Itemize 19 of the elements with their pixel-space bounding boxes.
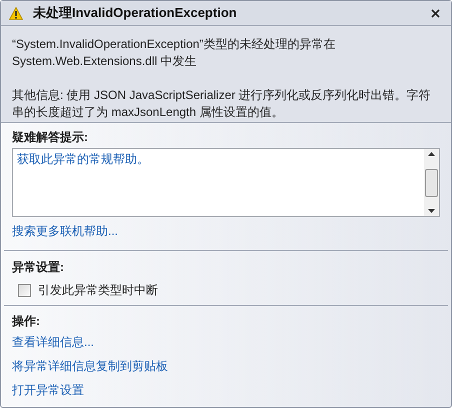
scroll-down-icon[interactable] — [428, 209, 435, 213]
close-icon — [430, 8, 440, 18]
window-title: 未处理InvalidOperationException — [33, 4, 237, 22]
exception-message: “System.InvalidOperationException”类型的未经处理的异常在 System.Web.Extensions.dll 中发生 — [12, 36, 336, 70]
scrollbar[interactable] — [424, 149, 439, 216]
scroll-up-icon[interactable] — [428, 152, 435, 156]
warning-icon — [9, 6, 23, 20]
search-help-link[interactable]: 搜索更多联机帮助... — [12, 224, 118, 238]
scroll-thumb[interactable] — [425, 168, 438, 196]
exception-details: 其他信息: 使用 JSON JavaScriptSerializer 进行序列化或反序列化时出错。字符串的长度超过了为 maxJsonLength 属性设置的值。 — [12, 87, 432, 121]
section-heading: 操作: — [12, 313, 41, 329]
checkbox-label: 引发此异常类型时中断 — [38, 282, 158, 299]
checkbox[interactable] — [18, 284, 31, 296]
action-link[interactable]: 打开异常设置 — [12, 382, 84, 398]
help-link[interactable]: 获取此异常的常规帮助。 — [17, 151, 149, 167]
section-heading: 疑难解答提示: — [12, 129, 89, 145]
action-link[interactable]: 查看详细信息... — [12, 334, 94, 350]
section-heading: 异常设置: — [12, 259, 65, 275]
action-link[interactable]: 将异常详细信息复制到剪贴板 — [12, 358, 168, 374]
